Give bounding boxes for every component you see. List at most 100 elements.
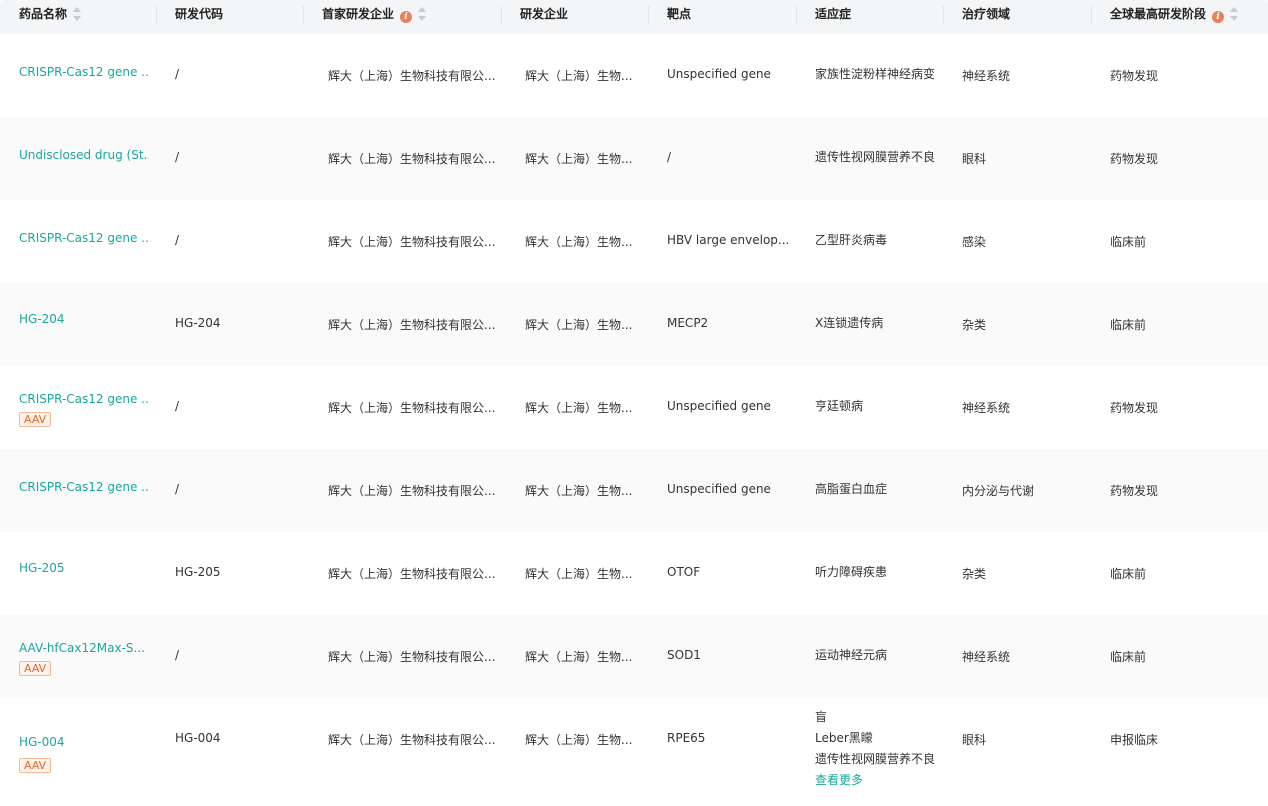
highest-stage-cell: 临床前 [1110,235,1147,249]
info-icon[interactable]: i [400,11,413,23]
indication-item: Leber黑矇 [815,731,873,745]
col-target-header: 靶点 [667,0,691,34]
drug-name-link[interactable]: HG-204 [19,312,149,326]
sort-icon[interactable] [418,7,427,21]
indication-item: 高脂蛋白血症 [815,482,888,496]
col-drug-name-label: 药品名称 [19,7,68,21]
sort-icon[interactable] [1230,7,1239,21]
indication-item: 乙型肝炎病毒 [815,233,888,247]
dev-code-cell: / [175,648,180,662]
company-cell: 辉大（上海）生物... [525,152,633,166]
col-drug-name-header[interactable]: 药品名称 [19,0,82,34]
company-cell: 辉大（上海）生物... [525,318,633,332]
indication-cell: 家族性淀粉样神经病变 [815,64,935,85]
target-cell: MECP2 [667,316,709,330]
table-row: HG-204 HG-204 辉大（上海）生物科技有限公... 辉大（上海）生物... M… [0,283,1268,366]
sort-icon[interactable] [73,7,82,21]
col-indication-header: 适应症 [815,0,851,34]
table-row: CRISPR-Cas12 gene ... AAV / 辉大（上海）生物科技有限公..… [0,366,1268,449]
modality-badge: AAV [19,412,52,427]
indication-cell: 高脂蛋白血症 [815,479,887,500]
therapeutic-area-cell: 杂类 [962,567,987,581]
indication-item: 家族性淀粉样神经病变 [815,67,936,81]
company-cell: 辉大（上海）生物... [525,484,633,498]
indication-item: X连锁遗传病 [815,316,884,330]
target-cell: Unspecified gene [667,482,771,496]
col-target-label: 靶点 [667,7,692,21]
indication-cell: X连锁遗传病 [815,313,883,334]
dev-code-cell: HG-004 [175,731,221,745]
indication-item: 遗传性视网膜营养不良 [815,752,936,766]
indication-item: 运动神经元病 [815,648,888,662]
col-company-header: 研发企业 [520,0,568,34]
col-indication-label: 适应症 [815,7,852,21]
drug-name-link[interactable]: Undisclosed drug (St... [19,148,149,162]
therapeutic-area-cell: 神经系统 [962,650,1011,664]
target-cell: SOD1 [667,648,701,662]
table-row: Undisclosed drug (St... / 辉大（上海）生物科技有限公...… [0,117,1268,200]
indication-item: 亨廷顿病 [815,399,864,413]
column-divider[interactable] [943,6,944,24]
col-highest-stage-header[interactable]: 全球最高研发阶段 i [1110,0,1239,34]
therapeutic-area-cell: 内分泌与代谢 [962,484,1035,498]
indication-cell: 听力障碍疾患 [815,562,887,583]
first-company-cell: 辉大（上海）生物科技有限公... [328,733,496,747]
indication-item: 遗传性视网膜营养不良 [815,150,936,164]
column-divider[interactable] [796,6,797,24]
therapeutic-area-cell: 神经系统 [962,401,1011,415]
indication-cell: 亨廷顿病 [815,396,863,417]
dev-code-cell: / [175,150,180,164]
column-divider[interactable] [1091,6,1092,24]
col-dev-code-label: 研发代码 [175,7,224,21]
see-more-link[interactable]: 查看更多 [815,770,935,791]
first-company-cell: 辉大（上海）生物科技有限公... [328,318,496,332]
column-divider[interactable] [156,6,157,24]
indication-cell: 遗传性视网膜营养不良 [815,147,935,168]
target-cell: Unspecified gene [667,67,771,81]
col-first-company-label: 首家研发企业 [322,7,395,21]
dev-code-cell: / [175,233,180,247]
highest-stage-cell: 申报临床 [1110,733,1159,747]
column-divider[interactable] [501,6,502,24]
indication-cell: 运动神经元病 [815,645,887,666]
dev-code-cell: HG-204 [175,316,221,330]
info-icon[interactable]: i [1212,11,1225,23]
modality-badge: AAV [19,661,52,676]
drug-name-link[interactable]: CRISPR-Cas12 gene ... [19,392,149,406]
first-company-cell: 辉大（上海）生物科技有限公... [328,235,496,249]
col-therapeutic-area-header: 治疗领域 [962,0,1010,34]
company-cell: 辉大（上海）生物... [525,69,633,83]
indication-cell: 盲 Leber黑矇 遗传性视网膜营养不良 查看更多 [815,707,935,791]
target-cell: Unspecified gene [667,399,771,413]
drug-name-link[interactable]: CRISPR-Cas12 gene ... [19,231,149,245]
drug-name-link[interactable]: CRISPR-Cas12 gene ... [19,65,149,79]
drug-name-link[interactable]: HG-205 [19,561,149,575]
therapeutic-area-cell: 眼科 [962,152,987,166]
column-divider[interactable] [303,6,304,24]
column-divider[interactable] [648,6,649,24]
company-cell: 辉大（上海）生物... [525,235,633,249]
dev-code-cell: / [175,399,180,413]
drug-pipeline-table: 药品名称 研发代码 首家研发企业 i 研发企业 靶点 适应症 治疗领域 全球最高研发阶段 i CR… [0,0,1268,806]
drug-name-link[interactable]: HG-004 [19,735,149,749]
table-header: 药品名称 研发代码 首家研发企业 i 研发企业 靶点 适应症 治疗领域 全球最高研发阶段 i [0,0,1268,34]
table-row: HG-004 AAV HG-004 辉大（上海）生物科技有限公... 辉大（上海）生物.… [0,698,1268,787]
highest-stage-cell: 药物发现 [1110,152,1159,166]
col-company-label: 研发企业 [520,7,569,21]
col-first-company-header[interactable]: 首家研发企业 i [322,0,427,34]
highest-stage-cell: 临床前 [1110,318,1147,332]
highest-stage-cell: 药物发现 [1110,69,1159,83]
therapeutic-area-cell: 感染 [962,235,987,249]
first-company-cell: 辉大（上海）生物科技有限公... [328,484,496,498]
company-cell: 辉大（上海）生物... [525,401,633,415]
therapeutic-area-cell: 神经系统 [962,69,1011,83]
therapeutic-area-cell: 杂类 [962,318,987,332]
dev-code-cell: HG-205 [175,565,221,579]
dev-code-cell: / [175,482,180,496]
drug-name-link[interactable]: CRISPR-Cas12 gene ... [19,480,149,494]
table-row: AAV-hfCax12Max-S... AAV / 辉大（上海）生物科技有限公... 辉… [0,615,1268,698]
table-row: CRISPR-Cas12 gene ... / 辉大（上海）生物科技有限公... 辉大… [0,200,1268,283]
table-row: CRISPR-Cas12 gene ... / 辉大（上海）生物科技有限公... 辉大… [0,34,1268,117]
drug-name-link[interactable]: AAV-hfCax12Max-S... [19,641,149,655]
first-company-cell: 辉大（上海）生物科技有限公... [328,401,496,415]
